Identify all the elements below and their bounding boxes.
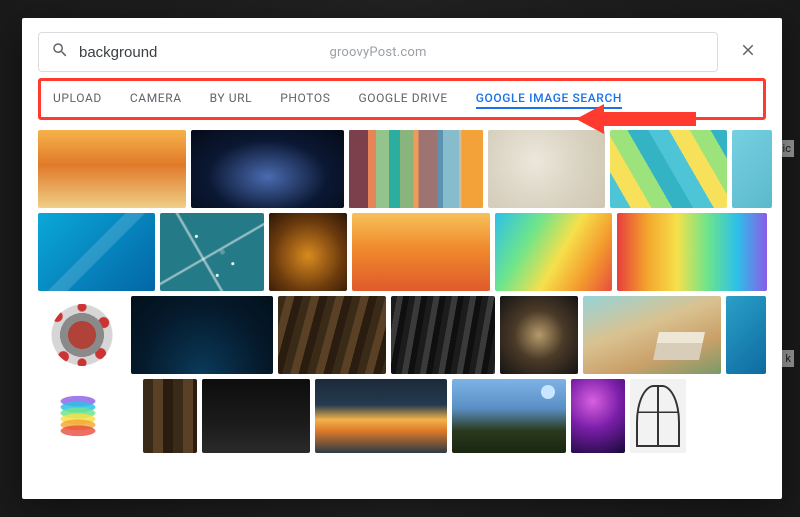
result-thumb[interactable] — [38, 130, 186, 208]
results-row — [38, 213, 766, 291]
tab-upload[interactable]: UPLOAD — [53, 91, 102, 109]
search-box[interactable]: groovyPost.com — [38, 32, 718, 72]
result-thumb[interactable] — [610, 130, 727, 208]
result-thumb[interactable] — [131, 296, 273, 374]
result-thumb[interactable] — [38, 213, 155, 291]
result-thumb[interactable] — [732, 130, 772, 208]
tab-google-drive[interactable]: GOOGLE DRIVE — [358, 91, 447, 109]
result-thumb[interactable] — [571, 379, 625, 453]
result-thumb[interactable] — [488, 130, 605, 208]
result-thumb[interactable] — [452, 379, 566, 453]
result-thumb[interactable] — [191, 130, 344, 208]
result-thumb[interactable] — [617, 213, 767, 291]
image-results-grid — [22, 120, 782, 499]
result-thumb[interactable] — [630, 379, 686, 453]
tab-google-image-search[interactable]: GOOGLE IMAGE SEARCH — [476, 91, 622, 109]
result-thumb[interactable] — [391, 296, 495, 374]
search-row: groovyPost.com — [22, 18, 782, 78]
close-icon — [739, 41, 757, 63]
close-button[interactable] — [730, 34, 766, 70]
result-thumb[interactable] — [202, 379, 310, 453]
search-input[interactable] — [79, 44, 705, 61]
result-thumb[interactable] — [315, 379, 447, 453]
result-thumb[interactable] — [495, 213, 612, 291]
result-thumb[interactable] — [160, 213, 264, 291]
tab-camera[interactable]: CAMERA — [130, 91, 182, 109]
results-row — [38, 130, 766, 208]
bg-text-snippet: k — [782, 350, 794, 367]
results-row — [38, 296, 766, 374]
result-thumb[interactable] — [349, 130, 483, 208]
result-thumb[interactable] — [352, 213, 490, 291]
tab-photos[interactable]: PHOTOS — [280, 91, 330, 109]
result-thumb[interactable] — [269, 213, 347, 291]
result-thumb[interactable] — [726, 296, 766, 374]
result-thumb[interactable] — [38, 379, 138, 453]
tab-by-url[interactable]: BY URL — [210, 91, 253, 109]
tabs-container: UPLOAD CAMERA BY URL PHOTOS GOOGLE DRIVE… — [22, 78, 782, 120]
result-thumb[interactable] — [500, 296, 578, 374]
source-tabs-annotated: UPLOAD CAMERA BY URL PHOTOS GOOGLE DRIVE… — [38, 78, 766, 120]
insert-image-dialog: groovyPost.com UPLOAD CAMERA BY URL PHOT… — [22, 18, 782, 499]
result-thumb[interactable] — [38, 296, 126, 374]
result-thumb[interactable] — [583, 296, 721, 374]
result-thumb[interactable] — [278, 296, 386, 374]
results-row — [38, 379, 766, 453]
search-icon — [51, 41, 69, 63]
result-thumb[interactable] — [143, 379, 197, 453]
